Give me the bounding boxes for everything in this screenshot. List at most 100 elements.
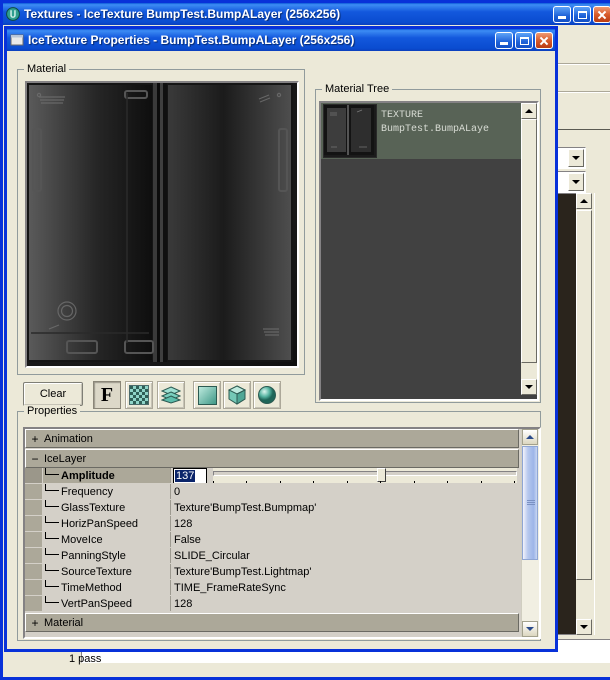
material-group-label: Material (24, 63, 70, 75)
alpha-checker-button[interactable] (125, 381, 153, 409)
scrollbar-thumb[interactable] (522, 446, 538, 560)
property-value-cell[interactable]: Texture'BumpTest.Lightmap' (171, 564, 519, 579)
tree-line (45, 484, 59, 491)
property-name-cell[interactable]: PanningStyle (43, 548, 171, 563)
font-icon: F (100, 384, 114, 406)
amplitude-input[interactable]: 137 (173, 468, 207, 483)
property-grid-scrollbar[interactable] (521, 429, 539, 637)
plane-icon (197, 385, 217, 405)
properties-window-titlebar[interactable]: IceTexture Properties - BumpTest.BumpALa… (7, 29, 555, 51)
category-label: Animation (44, 432, 93, 445)
category-material[interactable]: + Material (25, 613, 519, 632)
property-name-cell[interactable]: TimeMethod (43, 580, 171, 595)
row-gutter (25, 484, 43, 499)
table-row[interactable]: Frequency 0 (25, 484, 519, 500)
minimize-button[interactable] (553, 5, 571, 23)
scroll-up-arrow[interactable] (522, 429, 538, 445)
clear-button[interactable]: Clear (23, 382, 83, 406)
maximize-button[interactable] (573, 5, 591, 23)
scroll-down-arrow[interactable] (576, 619, 592, 635)
property-name-cell[interactable]: GlassTexture (43, 500, 171, 515)
cube-preview-button[interactable] (223, 381, 251, 409)
chevron-down-icon[interactable] (568, 149, 584, 167)
minimize-button[interactable] (495, 31, 513, 49)
material-tree-scrollbar[interactable] (521, 103, 537, 395)
expand-toggle-icon[interactable]: + (26, 433, 44, 445)
property-name: MoveIce (61, 533, 103, 546)
sphere-icon (258, 386, 276, 404)
table-row[interactable]: VertPanSpeed 128 (25, 596, 519, 612)
property-name-cell[interactable]: VertPanSpeed (43, 596, 171, 611)
property-value-cell[interactable]: TIME_FrameRateSync (171, 580, 519, 595)
property-name-cell[interactable]: SourceTexture (43, 564, 171, 579)
tree-line (45, 564, 59, 571)
property-value-cell[interactable]: SLIDE_Circular (171, 548, 519, 563)
property-name-cell[interactable]: Amplitude (43, 468, 171, 483)
category-label: Material (44, 616, 84, 629)
unreal-editor-icon (6, 7, 20, 21)
layers-icon (161, 386, 181, 404)
property-value-cell[interactable]: 0 (171, 484, 519, 499)
scroll-up-arrow[interactable] (521, 103, 537, 119)
close-button[interactable] (593, 5, 610, 23)
toolbar-separator-2 (555, 91, 610, 93)
material-preview[interactable] (25, 81, 299, 368)
property-value-cell[interactable]: Texture'BumpTest.Bumpmap' (171, 500, 519, 515)
table-row[interactable]: PanningStyle SLIDE_Circular (25, 548, 519, 564)
checker-icon (129, 385, 149, 405)
table-row[interactable]: GlassTexture Texture'BumpTest.Bumpmap' (25, 500, 519, 516)
property-value-cell[interactable]: 137 (171, 468, 519, 483)
tree-line (45, 580, 59, 587)
property-value-cell[interactable]: False (171, 532, 519, 547)
table-row[interactable]: Amplitude 137 (25, 468, 519, 484)
material-tree-panel[interactable]: TEXTURE BumpTest.BumpALaye (319, 101, 539, 401)
icetexture-properties-window[interactable]: IceTexture Properties - BumpTest.BumpALa… (4, 26, 558, 665)
property-name: PanningStyle (61, 549, 126, 562)
scrollbar-thumb[interactable] (576, 210, 592, 580)
amplitude-slider[interactable] (213, 468, 517, 483)
layers-button[interactable] (157, 381, 185, 409)
scroll-down-arrow[interactable] (522, 621, 538, 637)
row-gutter (25, 548, 43, 563)
expand-toggle-icon[interactable]: + (26, 617, 44, 629)
close-button[interactable] (535, 31, 553, 49)
table-row[interactable]: MoveIce False (25, 532, 519, 548)
scrollbar-thumb[interactable] (521, 119, 537, 363)
scroll-down-arrow[interactable] (521, 379, 537, 395)
node-type-label: TEXTURE (381, 110, 424, 121)
status-text: 1 pass (69, 653, 102, 665)
category-animation[interactable]: + Animation (25, 429, 519, 448)
row-gutter (25, 500, 43, 515)
property-name-cell[interactable]: HorizPanSpeed (43, 516, 171, 531)
row-gutter (25, 596, 43, 611)
plane-preview-button[interactable] (193, 381, 221, 409)
table-row[interactable]: TimeMethod TIME_FrameRateSync (25, 580, 519, 596)
property-value-cell[interactable]: 128 (171, 516, 519, 531)
category-icelayer[interactable]: − IceLayer (25, 449, 519, 468)
property-grid-content: + Animation − IceLayer Amplitude 137 Fre… (25, 429, 519, 632)
property-grid[interactable]: + Animation − IceLayer Amplitude 137 Fre… (23, 427, 541, 639)
property-name-cell[interactable]: Frequency (43, 484, 171, 499)
slider-thumb[interactable] (377, 468, 387, 482)
property-name-cell[interactable]: MoveIce (43, 532, 171, 547)
node-thumbnail (323, 104, 377, 158)
property-name: GlassTexture (61, 501, 126, 514)
node-labels: TEXTURE BumpTest.BumpALaye (381, 103, 489, 137)
tree-line (45, 548, 59, 555)
textures-window-titlebar[interactable]: Textures - IceTexture BumpTest.BumpALaye… (3, 3, 610, 25)
table-row[interactable]: HorizPanSpeed 128 (25, 516, 519, 532)
property-value-cell[interactable]: 128 (171, 596, 519, 611)
textures-window-controls (553, 5, 610, 23)
collapse-toggle-icon[interactable]: − (26, 453, 44, 465)
maximize-button[interactable] (515, 31, 533, 49)
chevron-down-icon[interactable] (568, 173, 584, 191)
texture-browser-scrollbar[interactable] (576, 193, 593, 635)
material-tree-selected-node[interactable]: TEXTURE BumpTest.BumpALaye (321, 103, 521, 159)
table-row[interactable]: SourceTexture Texture'BumpTest.Lightmap' (25, 564, 519, 580)
row-gutter (25, 564, 43, 579)
property-name: TimeMethod (61, 581, 122, 594)
scroll-up-arrow[interactable] (576, 193, 592, 209)
row-gutter (25, 516, 43, 531)
font-button[interactable]: F (93, 381, 121, 409)
sphere-preview-button[interactable] (253, 381, 281, 409)
